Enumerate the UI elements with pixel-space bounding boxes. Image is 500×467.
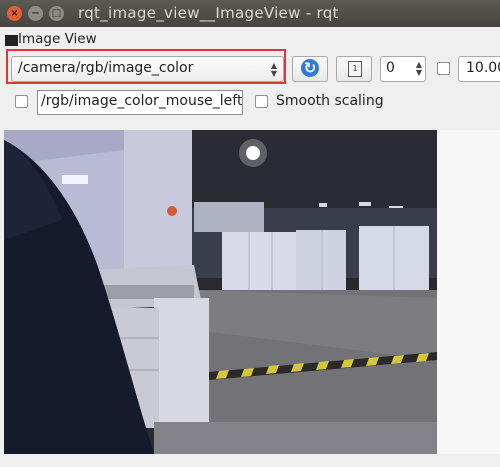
rotation-spinbox[interactable]: 0 ▲ ▼ [380,56,426,82]
publish-mouse-checkbox[interactable] [15,95,28,108]
camera-image-view[interactable] [4,130,437,454]
zoom-1-to-1-button[interactable]: 1 [336,56,372,82]
refresh-icon: ↻ [301,59,319,77]
rotation-value: 0 [386,60,395,76]
image-margin [437,130,500,454]
window-title: rqt_image_view__ImageView - rqt [78,4,339,22]
max-range-value: 10.00 [466,60,500,76]
spinbox-arrows-icon[interactable]: ▲ ▼ [416,61,422,77]
mouse-topic-value: /rgb/image_color_mouse_left [41,93,243,109]
dynamic-range-checkbox[interactable] [437,62,450,75]
zoom-1-to-1-icon: 1 [348,61,362,77]
smooth-scaling-label: Smooth scaling [276,93,384,109]
maximize-window-button[interactable]: □ [49,6,64,21]
dropdown-arrows-icon: ▲ ▼ [270,61,277,78]
max-range-field[interactable]: 10.00 [458,56,500,82]
smooth-scaling-checkbox[interactable] [255,95,268,108]
camera-frame-image [4,130,437,454]
minimize-window-button[interactable]: − [28,6,43,21]
title-bar: × − □ rqt_image_view__ImageView - rqt [0,0,500,27]
topic-dropdown-value: /camera/rgb/image_color [18,60,194,76]
topic-dropdown[interactable]: /camera/rgb/image_color ▲ ▼ [11,56,284,82]
refresh-topics-button[interactable]: ↻ [292,56,328,82]
plugin-icon [5,35,18,46]
mouse-topic-input[interactable]: /rgb/image_color_mouse_left [37,90,243,115]
close-window-button[interactable]: × [7,6,22,21]
plugin-title: Image View [18,31,97,47]
